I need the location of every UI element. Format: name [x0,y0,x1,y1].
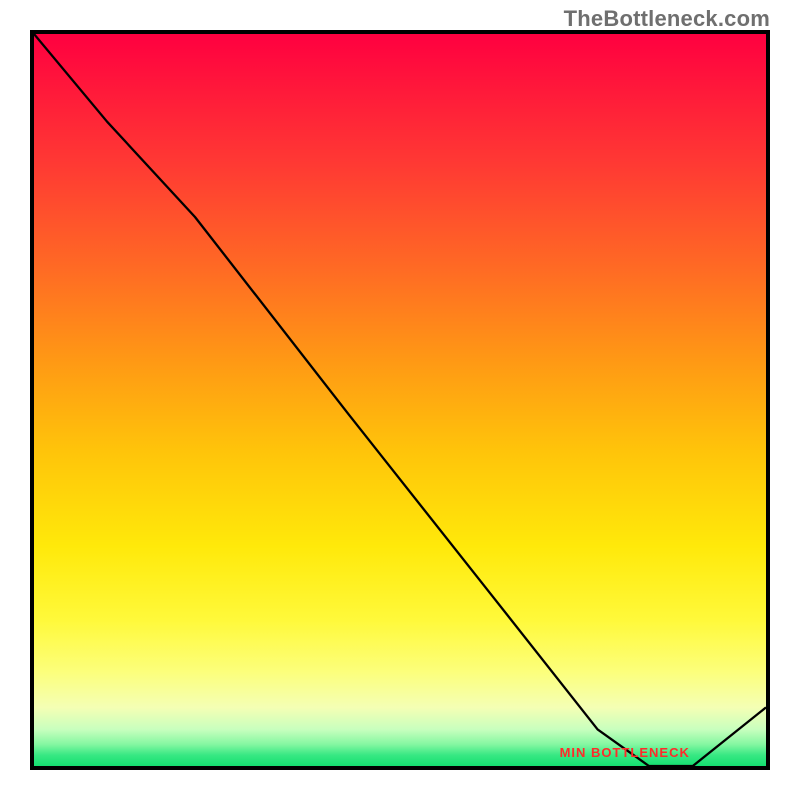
watermark-text: TheBottleneck.com [564,6,770,32]
plot-area: MIN BOTTLENECK [30,30,770,770]
series-path [34,34,766,766]
min-bottleneck-annotation: MIN BOTTLENECK [560,745,690,760]
series-line-svg [34,34,766,766]
chart-container: TheBottleneck.com MIN BOTTLENECK [0,0,800,800]
